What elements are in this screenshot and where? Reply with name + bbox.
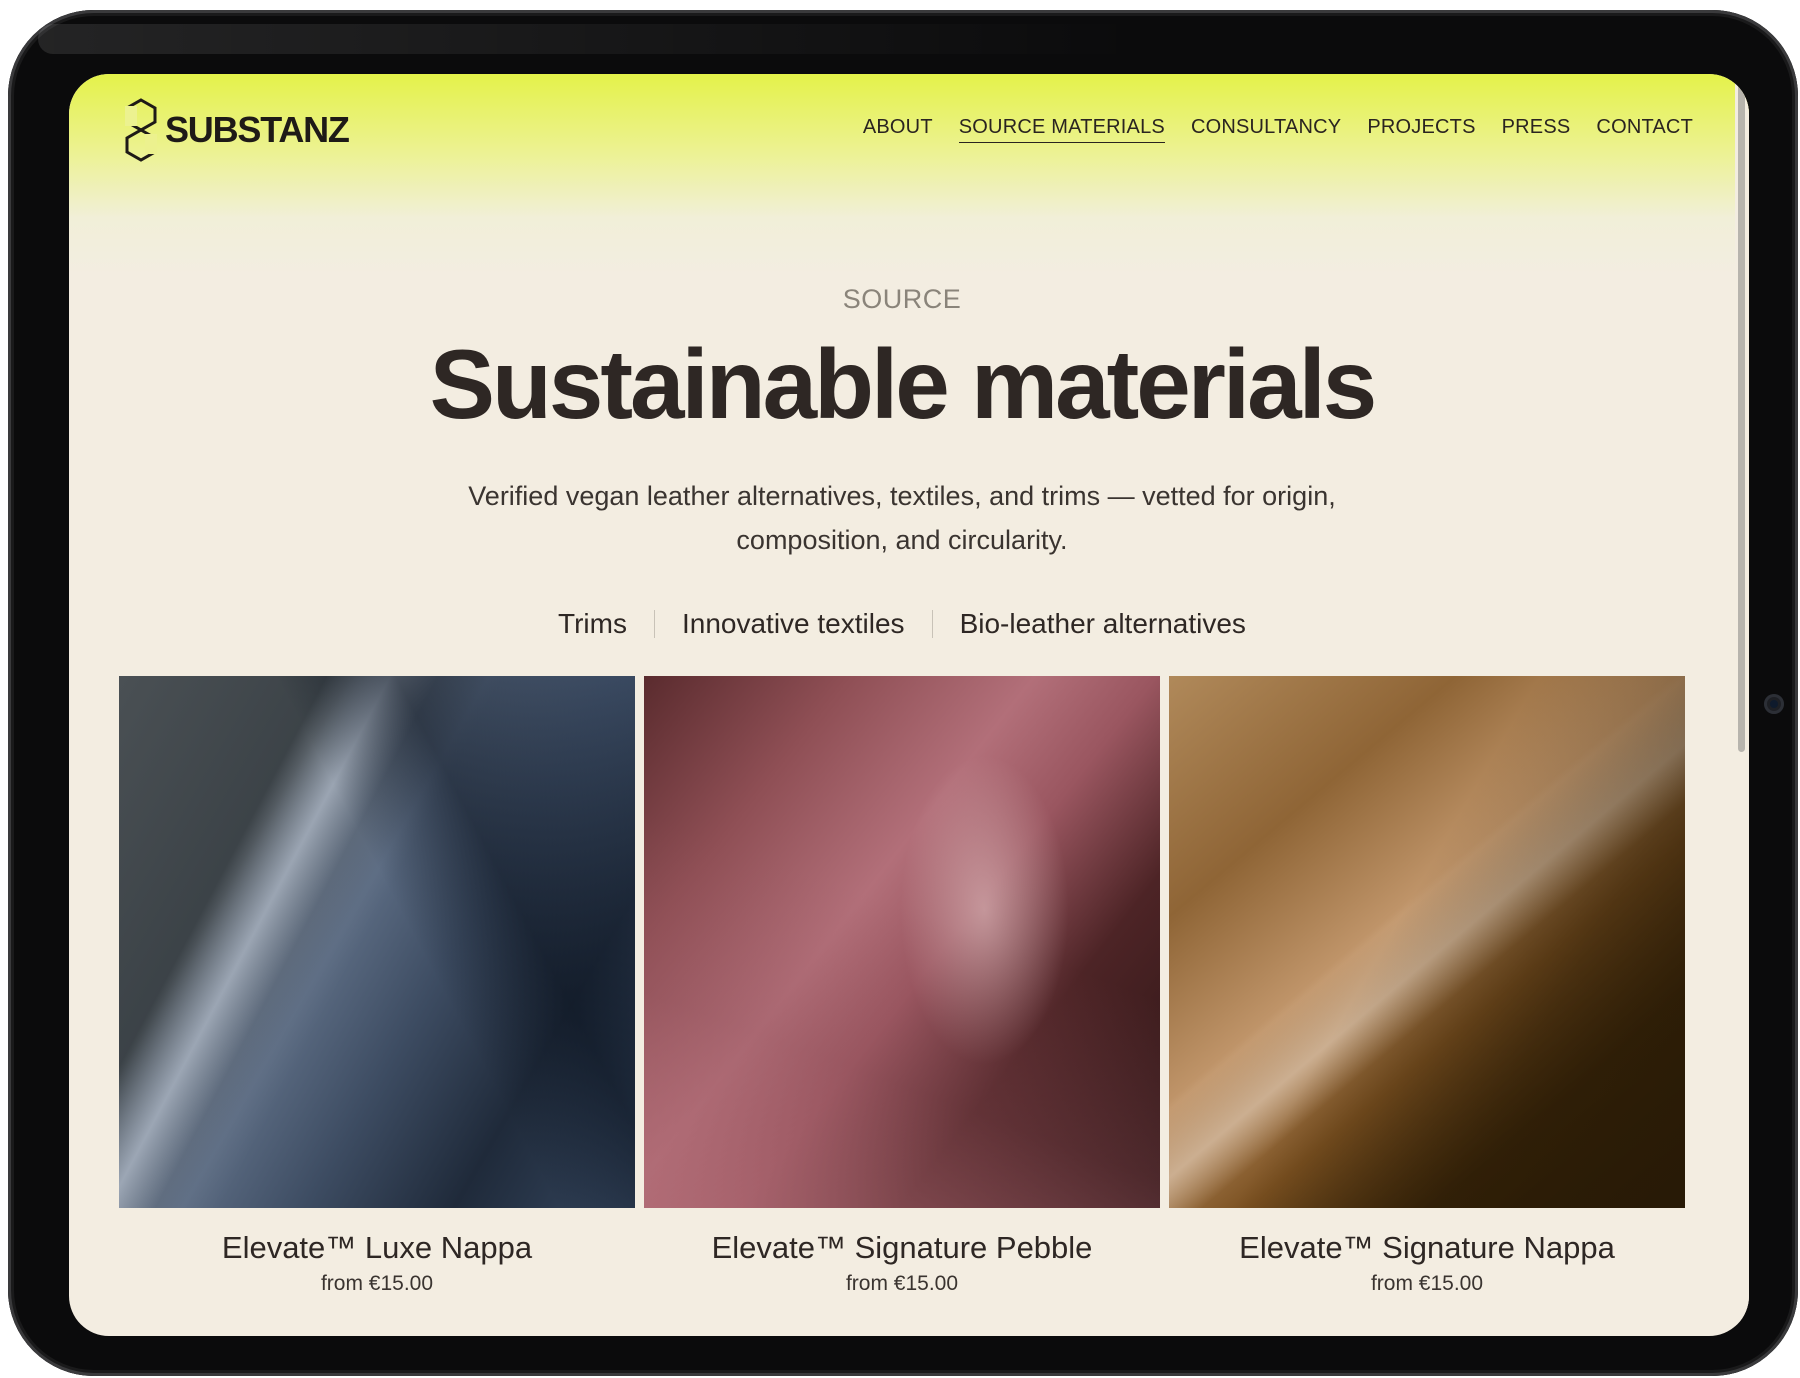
nav-item-contact[interactable]: CONTACT [1596, 116, 1693, 143]
camera-icon [1764, 694, 1784, 714]
category-trims[interactable]: Trims [558, 608, 627, 640]
product-image[interactable] [1169, 676, 1685, 1208]
product-image[interactable] [119, 676, 635, 1208]
hexagon-s-logo-icon [125, 98, 157, 162]
category-divider [653, 610, 655, 638]
browser-viewport: SUBSTANZ ABOUT SOURCE MATERIALS CONSULTA… [69, 74, 1749, 1336]
product-card[interactable]: Elevate™ Signature Pebble from €15.00 [644, 676, 1160, 1296]
frame-glare [38, 24, 1138, 54]
main-nav: ABOUT SOURCE MATERIALS CONSULTANCY PROJE… [863, 116, 1693, 143]
product-image[interactable] [644, 676, 1160, 1208]
category-bio-leather[interactable]: Bio-leather alternatives [960, 608, 1246, 640]
nav-item-press[interactable]: PRESS [1502, 116, 1571, 143]
brand-name: SUBSTANZ [165, 109, 350, 150]
product-name[interactable]: Elevate™ Signature Nappa [1169, 1230, 1685, 1266]
nav-item-about[interactable]: ABOUT [863, 116, 933, 143]
product-price: from €15.00 [845, 1272, 959, 1295]
nav-item-source-materials[interactable]: SOURCE MATERIALS [958, 116, 1165, 143]
nav-item-consultancy[interactable]: CONSULTANCY [1191, 116, 1341, 143]
scrollbar[interactable] [1735, 74, 1749, 1336]
product-card[interactable]: Elevate™ Luxe Nappa from €15.00 [119, 676, 635, 1296]
product-price: from €15.00 [320, 1272, 434, 1295]
product-card[interactable]: Elevate™ Signature Nappa from €15.00 [1169, 676, 1685, 1296]
product-name[interactable]: Elevate™ Signature Pebble [644, 1230, 1160, 1266]
category-filter: Trims Innovative textiles Bio-leather al… [69, 608, 1735, 640]
product-price: from €15.00 [1370, 1272, 1484, 1295]
brand-logo[interactable]: SUBSTANZ [121, 96, 350, 164]
nav-item-projects[interactable]: PROJECTS [1367, 116, 1475, 143]
tablet-frame: SUBSTANZ ABOUT SOURCE MATERIALS CONSULTA… [8, 10, 1798, 1376]
product-grid: Elevate™ Luxe Nappa from €15.00 Elevate™… [119, 676, 1685, 1296]
page-title: Sustainable materials [429, 329, 1378, 439]
product-name[interactable]: Elevate™ Luxe Nappa [119, 1230, 635, 1266]
category-innovative-textiles[interactable]: Innovative textiles [682, 608, 905, 640]
scrollbar-thumb[interactable] [1738, 82, 1745, 752]
page-subtitle: Verified vegan leather alternatives, tex… [468, 481, 1336, 555]
section-eyebrow: SOURCE [842, 284, 962, 314]
category-divider [931, 610, 933, 638]
